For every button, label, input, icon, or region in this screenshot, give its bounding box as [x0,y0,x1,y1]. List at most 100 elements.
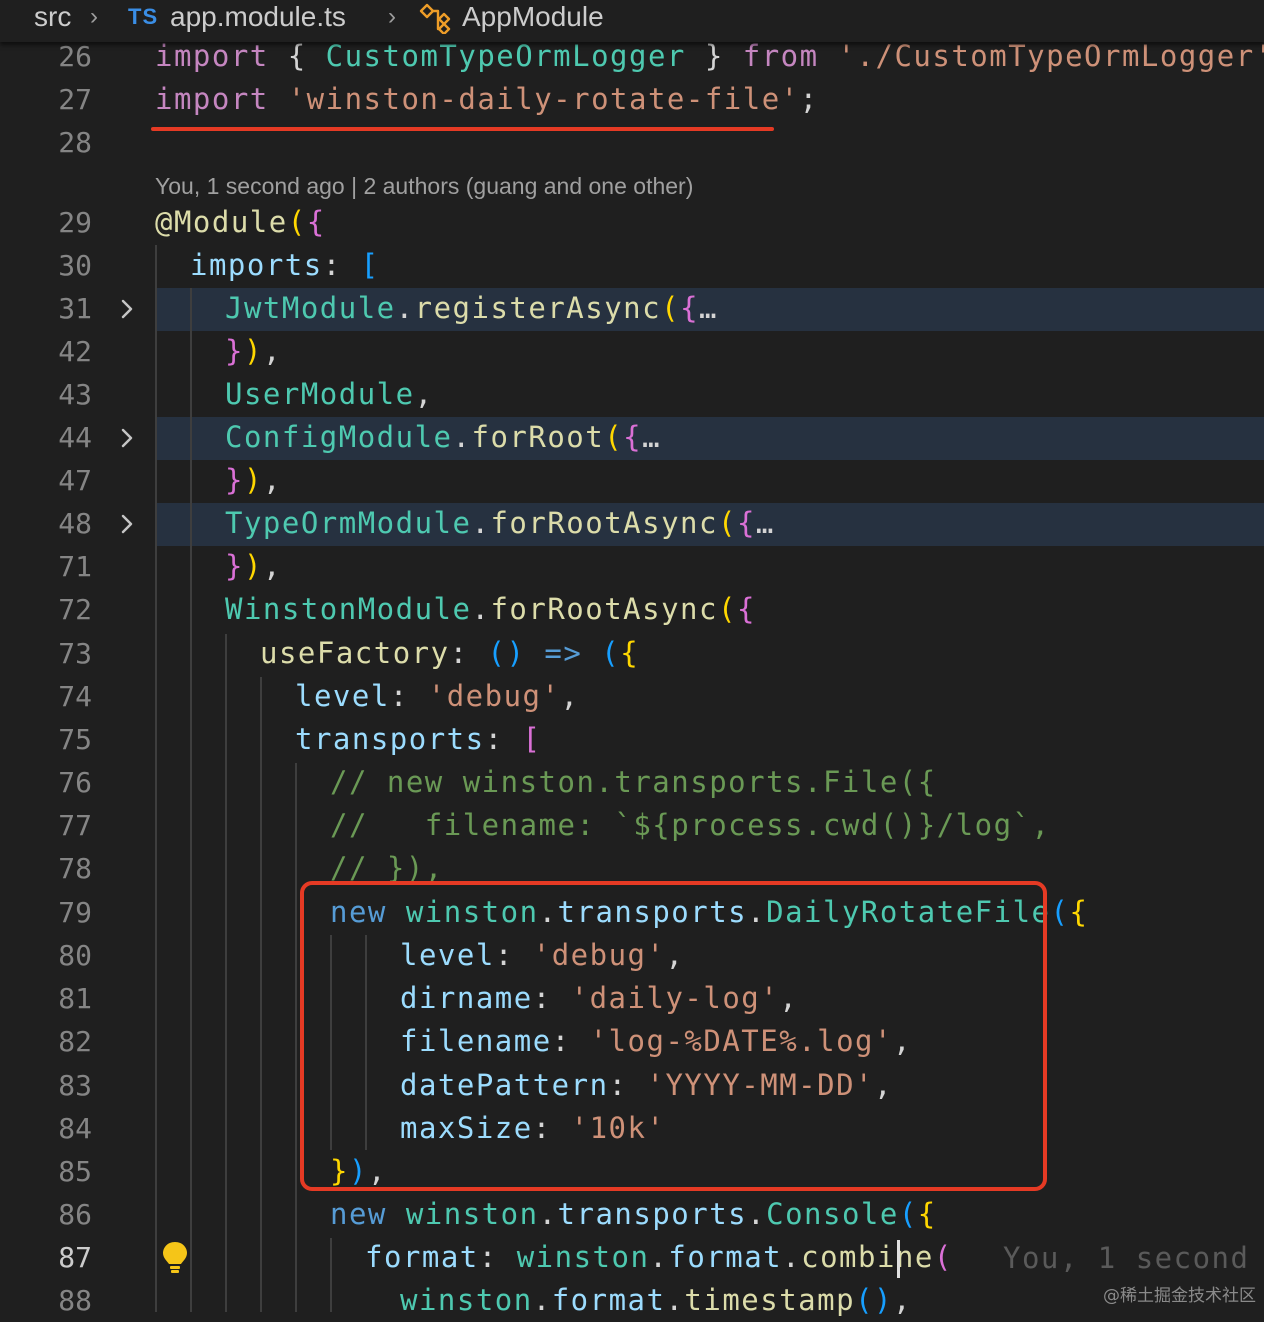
code-token: winston [405,1197,539,1231]
code-line[interactable]: 73 useFactory: () => ({ [0,632,1264,675]
code-token: , [560,679,580,713]
code-token: ( [717,506,737,540]
code-line[interactable]: 29 @Module({ [0,201,1264,244]
code-token: useFactory [260,636,450,670]
code-token: // new winston.transports.File({ [330,765,937,799]
code-token: from [742,39,838,73]
code-token: ( [898,1197,918,1231]
line-number: 82 [58,1025,92,1058]
line-number: 71 [58,550,92,583]
line-number: 72 [58,593,92,626]
code-token: () [487,636,526,670]
line-number: 48 [58,507,92,540]
code-token: { [306,205,326,239]
code-text: imports: [ [190,244,380,287]
code-line[interactable]: 76 // new winston.transports.File({ [0,761,1264,804]
code-token: [ [522,722,542,756]
line-number: 84 [58,1112,92,1145]
code-token: combine [801,1240,934,1274]
breadcrumb: src › TS app.module.ts › AppModule [0,0,1264,42]
code-token: transports [557,1197,748,1231]
code-token: { [736,506,756,540]
code-token: , [414,377,434,411]
code-token: CustomTypeOrmLogger [325,39,686,73]
code-token: { [623,420,643,454]
line-number: 42 [58,335,92,368]
code-line[interactable]: 30 imports: [ [0,244,1264,287]
line-number: 75 [58,723,92,756]
codelens-authors[interactable]: You, 1 second ago | 2 authors (guang and… [155,172,693,200]
code-text: TypeOrmModule.forRootAsync({… [225,502,775,545]
lightbulb-icon[interactable] [160,1240,190,1274]
code-token: … [699,291,718,325]
code-line[interactable]: 47}), [0,459,1264,502]
code-line[interactable]: 88 winston.format.timestamp(), [0,1279,1264,1322]
line-number: 28 [58,126,92,159]
code-line[interactable]: 27 import 'winston-daily-rotate-file'; [0,78,1264,121]
code-line[interactable]: 42}), [0,330,1264,373]
breadcrumb-symbol[interactable]: AppModule [462,0,604,34]
code-token: ( [661,291,681,325]
symbol-class-icon [418,2,454,42]
breadcrumb-folder[interactable]: src [34,0,71,34]
code-token: { [1069,895,1089,929]
code-token: ; [799,82,819,116]
code-token: } [225,334,244,368]
line-number: 79 [58,896,92,929]
code-token: forRootAsync [490,506,718,540]
code-text: }), [225,330,282,373]
fold-chevron-icon[interactable] [116,426,138,450]
watermark: @稀土掘金技术社区 [1103,1281,1256,1306]
code-token: // filename: `${process.cwd()}/log`, [330,808,1051,842]
code-line[interactable]: 72 WinstonModule.forRootAsync({ [0,588,1264,631]
line-number: 30 [58,249,92,282]
fold-chevron-icon[interactable] [116,297,138,321]
code-line[interactable]: 77 // filename: `${process.cwd()}/log`, [0,804,1264,847]
code-text: }), [225,459,282,502]
code-token: forRootAsync [490,592,718,626]
code-token: => [525,636,602,670]
code-token: { [680,291,700,325]
code-token: : [322,248,361,282]
line-number: 78 [58,852,92,885]
code-token: { [917,1197,937,1231]
code-token: , [262,549,282,583]
code-line[interactable]: 74 level: 'debug', [0,675,1264,718]
code-token: UserModule [225,377,415,411]
code-line[interactable]: 86 new winston.transports.Console({ [0,1193,1264,1236]
code-token: // }), [330,851,444,885]
code-line[interactable]: 44 ConfigModule.forRoot({… [0,416,1264,459]
code-token: ( [287,205,307,239]
code-token: ( [1050,895,1070,929]
code-token: level [295,679,390,713]
code-token: './CustomTypeOrmLogger' [837,39,1264,73]
code-token: winston [516,1240,650,1274]
code-line[interactable]: 31 JwtModule.registerAsync({… [0,287,1264,330]
code-line[interactable]: 71}), [0,545,1264,588]
code-line[interactable]: 43 UserModule, [0,373,1264,416]
code-token: . [747,1197,767,1231]
code-token: registerAsync [414,291,662,325]
breadcrumb-file[interactable]: app.module.ts [170,0,346,34]
line-number: 76 [58,766,92,799]
code-token: imports [190,248,323,282]
code-text: // filename: `${process.cwd()}/log`, [330,804,1050,847]
line-number: 29 [58,206,92,239]
code-token: WinstonModule [225,592,472,626]
inline-blame: You, 1 second a [1003,1241,1264,1275]
code-token: Console [766,1197,899,1231]
code-editor[interactable]: You, 1 second ago | 2 authors (guang and… [0,0,1264,1317]
code-text: winston.format.timestamp(), [400,1279,912,1322]
code-token: . [452,420,472,454]
line-number: 80 [58,939,92,972]
code-line[interactable]: 75 transports: [ [0,718,1264,761]
code-token: : [389,679,428,713]
code-token: … [642,420,662,454]
code-token: . [538,1197,558,1231]
line-number: 27 [58,83,92,116]
fold-chevron-icon[interactable] [116,512,138,536]
code-line[interactable]: 48 TypeOrmModule.forRootAsync({… [0,502,1264,545]
typescript-file-icon: TS [128,4,159,29]
code-token: ( [601,636,621,670]
code-token: ) [243,334,263,368]
